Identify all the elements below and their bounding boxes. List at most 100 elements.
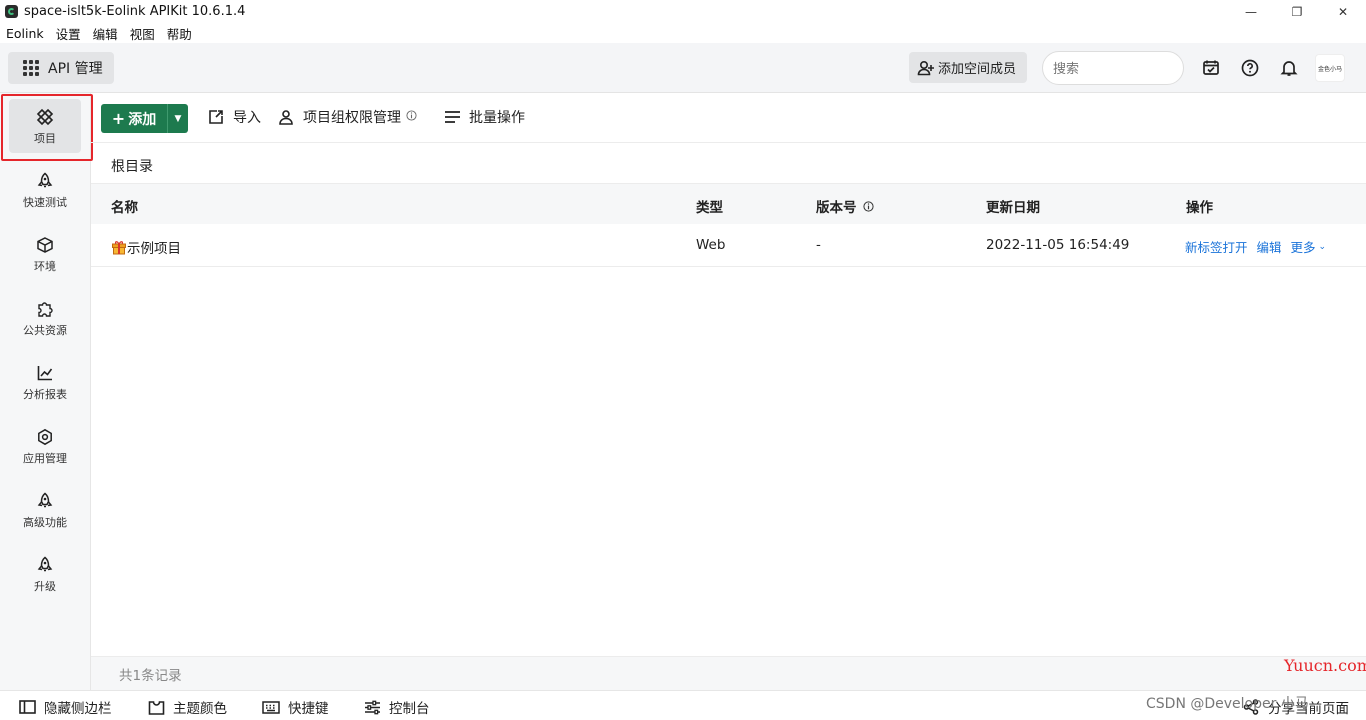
project-icon bbox=[35, 107, 55, 127]
shortcuts-button[interactable]: 快捷键 bbox=[262, 697, 329, 717]
sidebar: 项目 快速测试 环境 公共资源 分析报表 应用管理 高级功能 升级 bbox=[0, 93, 91, 690]
hide-sidebar-button[interactable]: 隐藏侧边栏 bbox=[18, 697, 112, 717]
module-label: API 管理 bbox=[48, 61, 103, 77]
add-button-main[interactable]: + 添加 bbox=[101, 104, 168, 133]
title-bar: space-islt5k-Eolink APIKit 10.6.1.4 — ❐ … bbox=[0, 0, 1366, 23]
console-button[interactable]: 控制台 bbox=[363, 697, 430, 717]
chevron-down-icon: ⌄ bbox=[1318, 241, 1327, 252]
menu-help[interactable]: 帮助 bbox=[167, 24, 192, 43]
theme-color-button[interactable]: 主题颜色 bbox=[147, 697, 227, 717]
project-name: 示例项目 bbox=[127, 241, 181, 257]
sidebar-item-quick-test[interactable]: 快速测试 bbox=[9, 163, 81, 217]
batch-operation-button[interactable]: 批量操作 bbox=[443, 106, 525, 128]
help-icon[interactable] bbox=[1240, 58, 1260, 78]
add-user-icon bbox=[917, 60, 935, 76]
sidebar-item-label: 升级 bbox=[34, 579, 56, 593]
window-title: space-islt5k-Eolink APIKit 10.6.1.4 bbox=[24, 4, 246, 19]
rocket-icon bbox=[35, 171, 55, 191]
cube-icon bbox=[35, 235, 55, 255]
console-label: 控制台 bbox=[389, 701, 430, 717]
import-icon bbox=[207, 108, 225, 126]
search-input[interactable] bbox=[1042, 51, 1184, 85]
menu-settings[interactable]: 设置 bbox=[56, 24, 81, 43]
menu-eolink[interactable]: Eolink bbox=[6, 26, 44, 41]
more-dropdown[interactable]: 更多 ⌄ bbox=[1291, 237, 1327, 256]
sidebar-item-upgrade[interactable]: 升级 bbox=[9, 547, 81, 601]
column-header-name: 名称 bbox=[111, 200, 138, 216]
sidebar-toggle-icon bbox=[18, 699, 36, 715]
sidebar-item-project[interactable]: 项目 bbox=[9, 99, 81, 153]
site-watermark: Yuucn.com bbox=[1284, 656, 1366, 675]
add-member-label: 添加空间成员 bbox=[938, 62, 1017, 77]
bell-icon[interactable] bbox=[1279, 58, 1299, 78]
rocket-icon bbox=[35, 491, 55, 511]
permission-management-button[interactable]: 项目组权限管理 bbox=[277, 106, 417, 128]
sidebar-item-advanced[interactable]: 高级功能 bbox=[9, 483, 81, 537]
shirt-icon bbox=[147, 699, 165, 715]
sidebar-item-label: 高级功能 bbox=[23, 515, 67, 529]
keyboard-icon bbox=[262, 699, 280, 715]
app-logo-icon bbox=[5, 5, 18, 18]
sidebar-item-label: 环境 bbox=[34, 259, 56, 273]
hide-sidebar-label: 隐藏侧边栏 bbox=[44, 701, 112, 717]
permission-label: 项目组权限管理 bbox=[303, 110, 401, 126]
module-switcher[interactable]: API 管理 bbox=[8, 52, 114, 84]
top-bar: API 管理 添加空间成员 金色小马 bbox=[0, 43, 1366, 93]
user-icon bbox=[277, 108, 295, 126]
record-count: 共1条记录 bbox=[91, 656, 1366, 690]
more-label: 更多 bbox=[1290, 240, 1316, 255]
restore-button[interactable]: ❐ bbox=[1274, 0, 1320, 23]
sliders-icon bbox=[363, 699, 381, 715]
sidebar-item-label: 分析报表 bbox=[23, 387, 67, 401]
csdn-watermark: CSDN @Developer 小马 bbox=[1146, 696, 1309, 712]
menu-edit[interactable]: 编辑 bbox=[93, 24, 118, 43]
column-header-actions: 操作 bbox=[1186, 200, 1213, 216]
sidebar-item-analytics[interactable]: 分析报表 bbox=[9, 355, 81, 409]
menu-view[interactable]: 视图 bbox=[130, 24, 155, 43]
sidebar-item-public-resources[interactable]: 公共资源 bbox=[9, 291, 81, 345]
column-header-updated: 更新日期 bbox=[986, 200, 1040, 216]
puzzle-icon bbox=[35, 299, 55, 319]
sidebar-item-label: 快速测试 bbox=[23, 195, 67, 209]
menu-bar: Eolink 设置 编辑 视图 帮助 bbox=[0, 23, 204, 43]
import-label: 导入 bbox=[233, 110, 261, 126]
project-toolbar: + 添加 ▼ 导入 项目组权限管理 批量操作 bbox=[91, 93, 1366, 143]
list-icon bbox=[443, 108, 461, 126]
theme-color-label: 主题颜色 bbox=[173, 701, 227, 717]
minimize-button[interactable]: — bbox=[1228, 0, 1274, 23]
info-icon[interactable] bbox=[406, 109, 417, 125]
rocket-icon bbox=[35, 555, 55, 575]
breadcrumb[interactable]: 根目录 bbox=[111, 156, 153, 176]
gift-icon bbox=[111, 239, 127, 255]
open-in-new-tab-link[interactable]: 新标签打开 bbox=[1185, 237, 1248, 256]
shortcuts-label: 快捷键 bbox=[288, 701, 329, 717]
batch-label: 批量操作 bbox=[469, 110, 525, 126]
avatar[interactable]: 金色小马 bbox=[1315, 54, 1345, 82]
add-member-button[interactable]: 添加空间成员 bbox=[909, 52, 1027, 83]
project-updated: 2022-11-05 16:54:49 bbox=[986, 237, 1130, 253]
edit-link[interactable]: 编辑 bbox=[1257, 237, 1282, 256]
calendar-check-icon[interactable] bbox=[1201, 58, 1221, 78]
column-header-version-label: 版本号 bbox=[816, 200, 857, 216]
gear-icon bbox=[35, 427, 55, 447]
add-dropdown-caret-icon[interactable]: ▼ bbox=[168, 104, 188, 133]
close-button[interactable]: ✕ bbox=[1320, 0, 1366, 23]
project-type: Web bbox=[696, 237, 726, 253]
table-row[interactable]: 示例项目 Web - 2022-11-05 16:54:49 新标签打开 编辑 … bbox=[91, 224, 1366, 267]
plus-icon: + bbox=[111, 109, 126, 128]
sidebar-item-app-management[interactable]: 应用管理 bbox=[9, 419, 81, 473]
sidebar-item-label: 公共资源 bbox=[23, 323, 67, 337]
import-button[interactable]: 导入 bbox=[207, 106, 261, 128]
window-controls: — ❐ ✕ bbox=[1228, 0, 1366, 23]
chart-icon bbox=[35, 363, 55, 383]
table-header: 名称 类型 版本号 更新日期 操作 bbox=[91, 183, 1366, 224]
project-name-cell[interactable]: 示例项目 bbox=[111, 237, 181, 257]
row-actions: 新标签打开 编辑 更多 ⌄ bbox=[1185, 237, 1335, 256]
column-header-version: 版本号 bbox=[816, 196, 874, 216]
sidebar-item-environment[interactable]: 环境 bbox=[9, 227, 81, 281]
project-table: 名称 类型 版本号 更新日期 操作 示例项目 Web - 2022-11-05 … bbox=[91, 183, 1366, 267]
info-icon[interactable] bbox=[862, 200, 874, 212]
column-header-type: 类型 bbox=[696, 200, 723, 216]
add-button[interactable]: + 添加 ▼ bbox=[101, 104, 188, 133]
sidebar-item-label: 应用管理 bbox=[23, 451, 67, 465]
